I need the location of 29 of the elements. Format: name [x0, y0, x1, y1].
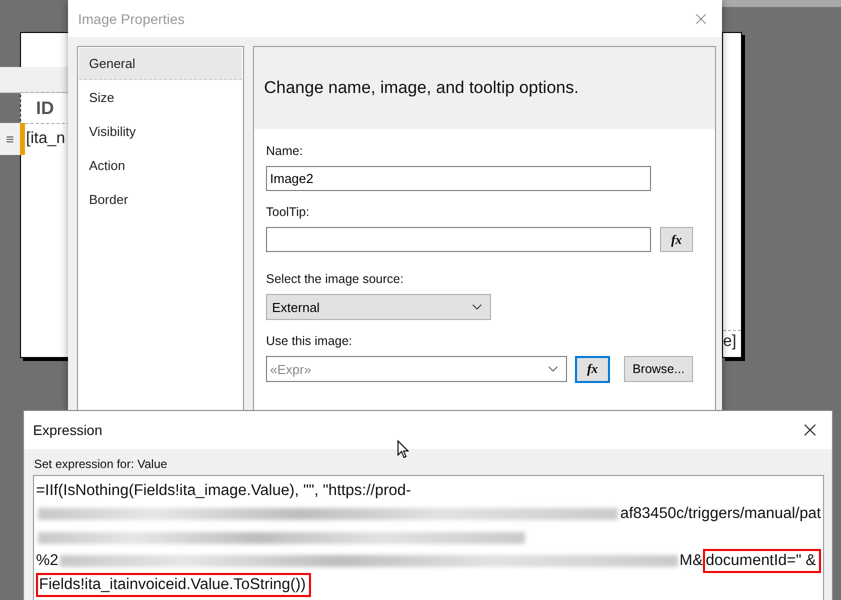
- page-list-item[interactable]: Size: [79, 82, 242, 114]
- row-handle[interactable]: ≡: [0, 123, 20, 155]
- code-text: af83450c/triggers/manual/pat: [620, 505, 821, 524]
- expression-editor[interactable]: =IIf(IsNothing(Fields!ita_image.Value), "", "https://prod- af83450c/triggers/manual/pat %2 M& documentId=" & Fields!ita_itainvoiceid.Value.ToString()): [33, 475, 824, 600]
- panel-heading: Change name, image, and tooltip options.: [254, 47, 715, 129]
- tooltip-field[interactable]: [266, 227, 651, 252]
- code-text: %2: [36, 552, 58, 570]
- page-list-item[interactable]: General: [79, 48, 242, 80]
- field-label: ToolTip:: [266, 205, 310, 219]
- expression-button[interactable]: fx: [576, 356, 609, 382]
- table-cell: e]: [723, 330, 741, 351]
- field-label: Select the image source:: [266, 272, 405, 286]
- name-field[interactable]: Image2: [266, 166, 651, 191]
- field-label: Name:: [266, 144, 304, 158]
- field-label: Set expression for: Value: [34, 457, 168, 471]
- expression-button[interactable]: fx: [660, 227, 693, 252]
- highlighted-code-text: Fields!ita_itainvoiceid.Value.ToString()): [36, 572, 311, 597]
- dialog-title: Image Properties: [78, 10, 185, 26]
- field-label: Use this image:: [266, 334, 354, 348]
- image-combo-box[interactable]: «Expr»: [266, 356, 567, 382]
- image-source-dropdown[interactable]: External: [266, 294, 491, 320]
- page-list-item[interactable]: Border: [79, 184, 242, 216]
- browse-button[interactable]: Browse...: [624, 356, 693, 382]
- page-list-item[interactable]: Visibility: [79, 116, 242, 148]
- page-list-item[interactable]: Action: [79, 150, 242, 182]
- highlighted-code-text: documentId=" &: [702, 549, 821, 574]
- code-text: M&: [680, 552, 703, 570]
- dialog-title: Expression: [33, 422, 102, 438]
- code-text: =IIf(IsNothing(Fields!ita_image.Value), "", "https://prod-: [36, 482, 412, 500]
